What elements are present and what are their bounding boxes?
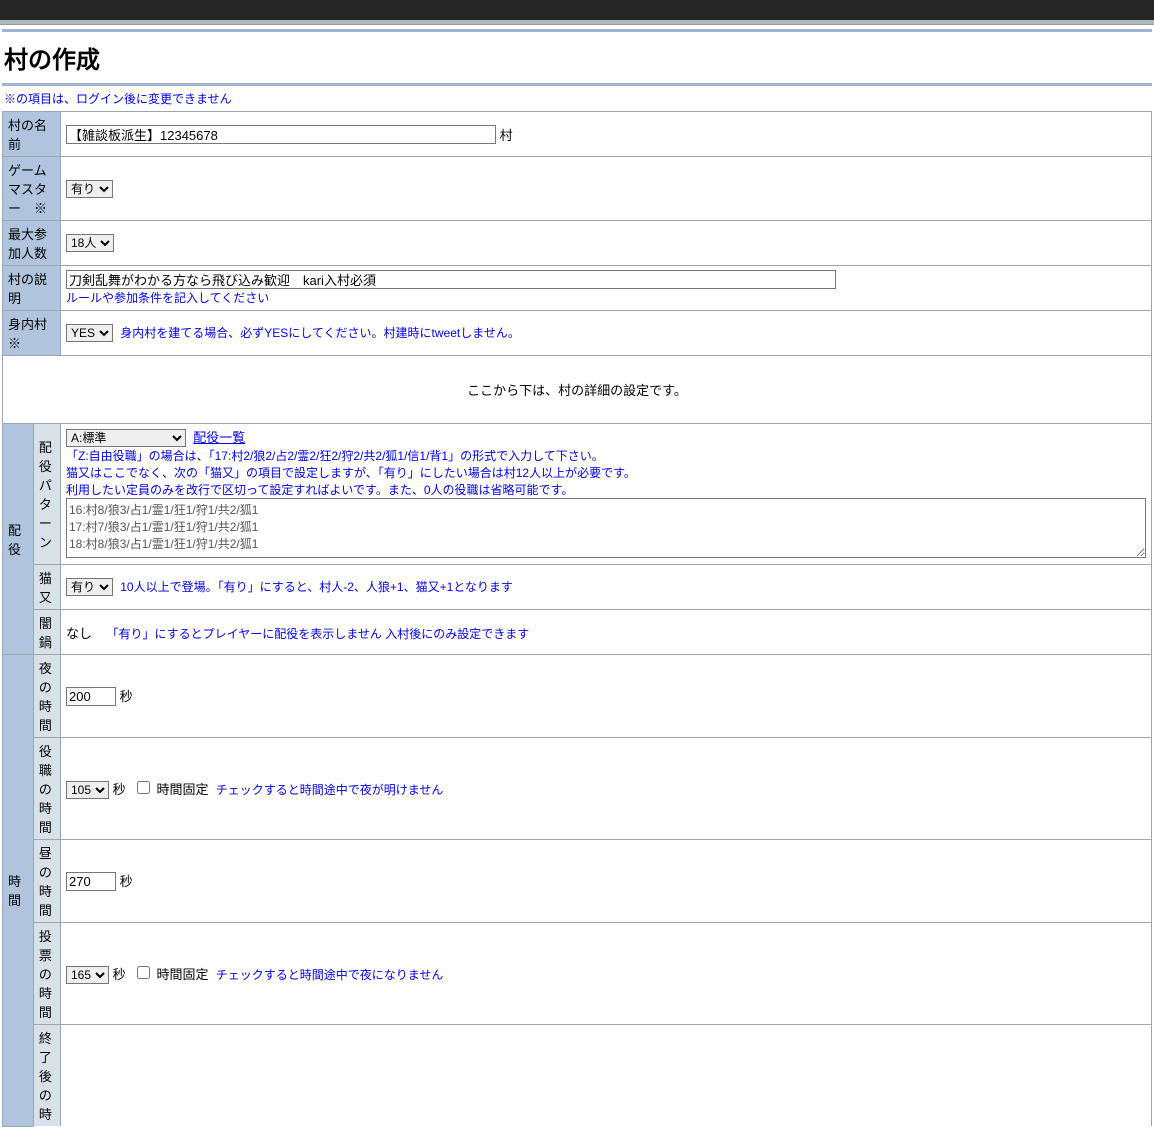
private-hint: 身内村を建てる場合、必ずYESにしてください。村建時にtweetしません。 (120, 326, 520, 340)
top-gray-bar (0, 20, 1154, 25)
vote-time-hint: チェックすると時間途中で夜になりません (216, 968, 444, 982)
label-yaminabe: 闇鍋 (33, 610, 60, 655)
day-time-input[interactable] (66, 872, 116, 891)
role-time-hint: チェックすると時間途中で夜が明けません (216, 783, 444, 797)
divider-top (2, 29, 1152, 32)
description-hint: ルールや参加条件を記入してください (66, 291, 269, 305)
sec-unit-2: 秒 (113, 782, 126, 797)
divider-under-title (2, 83, 1152, 86)
role-time-fixed-label: 時間固定 (157, 782, 209, 797)
pattern-list-link[interactable]: 配役一覧 (193, 430, 245, 445)
label-time: 時間 (3, 655, 34, 1127)
section-header: ここから下は、村の詳細の設定です。 (3, 356, 1152, 424)
village-suffix: 村 (500, 128, 513, 143)
label-role-pattern: 配役パターン (33, 424, 60, 565)
yaminabe-value: なし (66, 626, 92, 641)
pattern-note2: 猫又はここでなく、次の「猫又」の項目で設定しますが、「有り」にしたい場合は村12… (66, 466, 636, 480)
night-time-input[interactable] (66, 687, 116, 706)
label-private: 身内村 ※ (3, 311, 61, 356)
label-max-players: 最大参加人数 (3, 221, 61, 266)
role-time-fixed-checkbox[interactable] (137, 781, 150, 794)
pattern-textarea[interactable]: 16:村8/狼3/占1/霊1/狂1/狩1/共2/狐1 17:村7/狼3/占1/霊… (66, 498, 1146, 558)
label-gamemaster: ゲームマスター ※ (3, 157, 61, 221)
page-title: 村の作成 (4, 40, 1150, 75)
label-day-time: 昼の時間 (33, 840, 60, 923)
label-nekomata: 猫又 (33, 565, 60, 610)
village-name-input[interactable] (66, 125, 496, 144)
top-notice: ※の項目は、ログイン後に変更できません (4, 90, 1150, 107)
pattern-note1: 「Z:自由役職」の場合は、「17:村2/狼2/占2/霊2/狂2/狩2/共2/狐1… (66, 449, 604, 463)
label-role-time: 役職の時間 (33, 738, 60, 840)
top-dark-bar (0, 0, 1154, 20)
yaminabe-hint: 「有り」にするとプレイヤーに配役を表示しません 入村後にのみ設定できます (106, 627, 529, 641)
vote-time-fixed-checkbox[interactable] (137, 966, 150, 979)
pattern-select[interactable]: A:標準 (66, 429, 186, 447)
gamemaster-select[interactable]: 有り (66, 180, 113, 198)
label-roles: 配役 (3, 424, 34, 655)
sec-unit-1: 秒 (120, 689, 133, 704)
vote-time-select[interactable]: 165 (66, 966, 109, 984)
sec-unit-4: 秒 (113, 967, 126, 982)
max-players-select[interactable]: 18人 (66, 234, 114, 252)
label-vote-time: 投票の時間 (33, 923, 60, 1025)
label-description: 村の説明 (3, 266, 61, 311)
label-village-name: 村の名前 (3, 112, 61, 157)
label-night-time: 夜の時間 (33, 655, 60, 738)
vote-time-fixed-label: 時間固定 (157, 967, 209, 982)
role-time-select[interactable]: 105 (66, 781, 109, 799)
nekomata-hint: 10人以上で登場。「有り」にすると、村人-2、人狼+1、猫又+1となります (120, 580, 513, 594)
private-select[interactable]: YES (66, 324, 113, 342)
sec-unit-3: 秒 (120, 874, 133, 889)
village-form-table: 村の名前 村 ゲームマスター ※ 有り 最大参加人数 18人 村の説明 ルールや… (2, 111, 1152, 1127)
pattern-note3: 利用したい定員のみを改行で区切って設定すればよいです。また、0人の役職は省略可能… (66, 483, 573, 497)
description-input[interactable] (66, 270, 836, 289)
label-after-time: 終了後の時 (33, 1025, 60, 1127)
nekomata-select[interactable]: 有り (66, 578, 113, 596)
